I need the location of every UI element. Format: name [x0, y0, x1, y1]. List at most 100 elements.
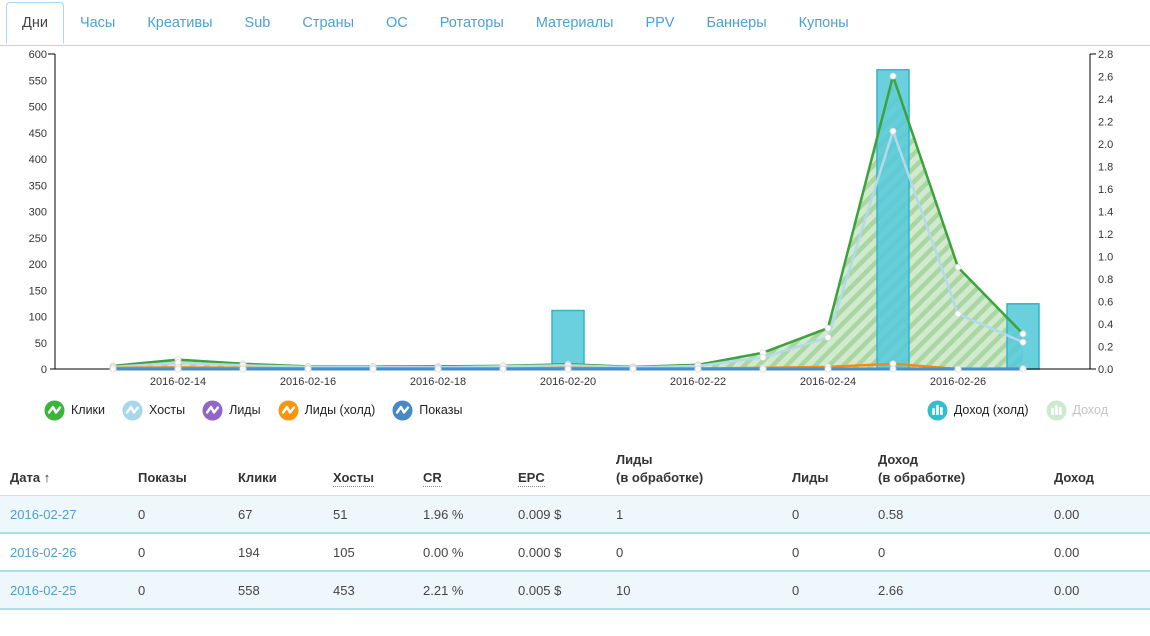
- legend-item[interactable]: Лиды (холд): [278, 400, 376, 421]
- bar-series-icon: [1046, 400, 1067, 421]
- svg-text:50: 50: [35, 338, 47, 350]
- column-header[interactable]: Лиды: [792, 469, 878, 487]
- svg-text:0: 0: [41, 364, 47, 376]
- data-point-marker[interactable]: [305, 366, 311, 372]
- table-cell: 0.58: [878, 507, 1054, 522]
- data-point-marker[interactable]: [1020, 366, 1026, 372]
- tab-7[interactable]: Материалы: [520, 15, 630, 31]
- date-link[interactable]: 2016-02-25: [10, 583, 138, 598]
- table-cell: 2.66: [878, 583, 1054, 598]
- data-point-marker[interactable]: [110, 366, 116, 372]
- tab-6[interactable]: Ротаторы: [424, 15, 520, 31]
- column-header[interactable]: EPC: [518, 469, 616, 487]
- table-cell: 0.000 $: [518, 545, 616, 560]
- legend-item[interactable]: Доход: [1046, 400, 1109, 421]
- table-cell: 0: [792, 507, 878, 522]
- svg-text:1.6: 1.6: [1098, 184, 1113, 196]
- tab-9[interactable]: Баннеры: [690, 15, 782, 31]
- data-point-marker[interactable]: [435, 366, 441, 372]
- column-header[interactable]: Хосты: [333, 469, 423, 487]
- data-point-marker[interactable]: [565, 366, 571, 372]
- data-point-marker[interactable]: [890, 73, 896, 79]
- column-header[interactable]: Доход: [1054, 469, 1140, 487]
- table-body: 2016-02-27067511.96 %0.009 $100.580.0020…: [0, 496, 1150, 610]
- column-header[interactable]: Доход (в обработке): [878, 451, 1054, 486]
- legend-item[interactable]: Показы: [392, 400, 462, 421]
- svg-text:400: 400: [29, 154, 47, 166]
- svg-text:2.2: 2.2: [1098, 117, 1113, 129]
- date-link[interactable]: 2016-02-26: [10, 545, 138, 560]
- data-point-marker[interactable]: [825, 366, 831, 372]
- tab-3[interactable]: Sub: [229, 15, 287, 31]
- column-header[interactable]: Лиды (в обработке): [616, 451, 792, 486]
- svg-text:2016-02-26: 2016-02-26: [930, 376, 986, 388]
- data-point-marker[interactable]: [955, 311, 961, 317]
- data-point-marker[interactable]: [760, 366, 766, 372]
- data-point-marker[interactable]: [1020, 339, 1026, 345]
- revenue-hold-bar[interactable]: [552, 311, 584, 370]
- tab-8[interactable]: PPV: [629, 15, 690, 31]
- data-point-marker[interactable]: [240, 366, 246, 372]
- legend-item[interactable]: Хосты: [122, 400, 185, 421]
- table-cell: 0.00: [1054, 507, 1140, 522]
- table-cell: 0.00: [1054, 583, 1140, 598]
- data-point-marker[interactable]: [630, 366, 636, 372]
- data-point-marker[interactable]: [955, 264, 961, 270]
- legend-item-label: Показы: [419, 403, 462, 417]
- tab-days[interactable]: Дни: [6, 2, 64, 44]
- svg-text:0.2: 0.2: [1098, 342, 1113, 354]
- table-header-row: Дата ↑ПоказыКликиХостыCREPCЛиды (в обраб…: [0, 451, 1150, 496]
- svg-text:2.6: 2.6: [1098, 72, 1113, 84]
- table-row: 2016-02-2601941050.00 %0.000 $0000.00: [0, 534, 1150, 572]
- column-header[interactable]: Клики: [238, 469, 333, 487]
- tab-5[interactable]: ОС: [370, 15, 424, 31]
- table-cell: 0: [138, 545, 238, 560]
- tab-4[interactable]: Страны: [286, 15, 370, 31]
- legend-item[interactable]: Клики: [44, 400, 105, 421]
- tab-2[interactable]: Креативы: [131, 15, 228, 31]
- svg-text:2016-02-24: 2016-02-24: [800, 376, 856, 388]
- line-series-icon: [122, 400, 143, 421]
- legend-item[interactable]: Доход (холд): [927, 400, 1029, 421]
- table-cell: 0.00 %: [423, 545, 518, 560]
- svg-text:2.8: 2.8: [1098, 49, 1113, 61]
- tab-10[interactable]: Купоны: [783, 15, 865, 31]
- data-point-marker[interactable]: [760, 354, 766, 360]
- data-point-marker[interactable]: [825, 335, 831, 341]
- svg-text:450: 450: [29, 128, 47, 140]
- svg-text:2.4: 2.4: [1098, 94, 1113, 106]
- date-link[interactable]: 2016-02-27: [10, 507, 138, 522]
- tab-1[interactable]: Часы: [64, 15, 131, 31]
- data-point-marker[interactable]: [500, 366, 506, 372]
- chart-area: 0501001502002503003504004505005506000.00…: [0, 46, 1150, 425]
- legend-right-group: Доход (холд) Доход: [927, 400, 1108, 421]
- table-cell: 558: [238, 583, 333, 598]
- table-cell: 67: [238, 507, 333, 522]
- data-point-marker[interactable]: [695, 366, 701, 372]
- svg-text:250: 250: [29, 233, 47, 245]
- column-header[interactable]: Показы: [138, 469, 238, 487]
- data-point-marker[interactable]: [890, 128, 896, 134]
- column-header[interactable]: Дата ↑: [10, 469, 138, 487]
- svg-text:2016-02-20: 2016-02-20: [540, 376, 596, 388]
- svg-text:1.4: 1.4: [1098, 207, 1113, 219]
- table-cell: 0.00: [1054, 545, 1140, 560]
- svg-text:0.4: 0.4: [1098, 319, 1113, 331]
- table-cell: 2.21 %: [423, 583, 518, 598]
- data-point-marker[interactable]: [825, 325, 831, 331]
- table-cell: 0: [138, 507, 238, 522]
- data-point-marker[interactable]: [370, 366, 376, 372]
- table-row: 2016-02-27067511.96 %0.009 $100.580.00: [0, 496, 1150, 534]
- data-point-marker[interactable]: [890, 366, 896, 372]
- legend-item[interactable]: Лиды: [202, 400, 260, 421]
- bar-series-icon: [927, 400, 948, 421]
- data-point-marker[interactable]: [1020, 331, 1026, 337]
- table-cell: 0.009 $: [518, 507, 616, 522]
- column-header[interactable]: CR: [423, 469, 518, 487]
- table-row: 2016-02-2505584532.21 %0.005 $1002.660.0…: [0, 572, 1150, 610]
- legend-item-label: Хосты: [149, 403, 185, 417]
- svg-text:2016-02-16: 2016-02-16: [280, 376, 336, 388]
- data-point-marker[interactable]: [175, 366, 181, 372]
- data-point-marker[interactable]: [955, 366, 961, 372]
- svg-text:2016-02-18: 2016-02-18: [410, 376, 466, 388]
